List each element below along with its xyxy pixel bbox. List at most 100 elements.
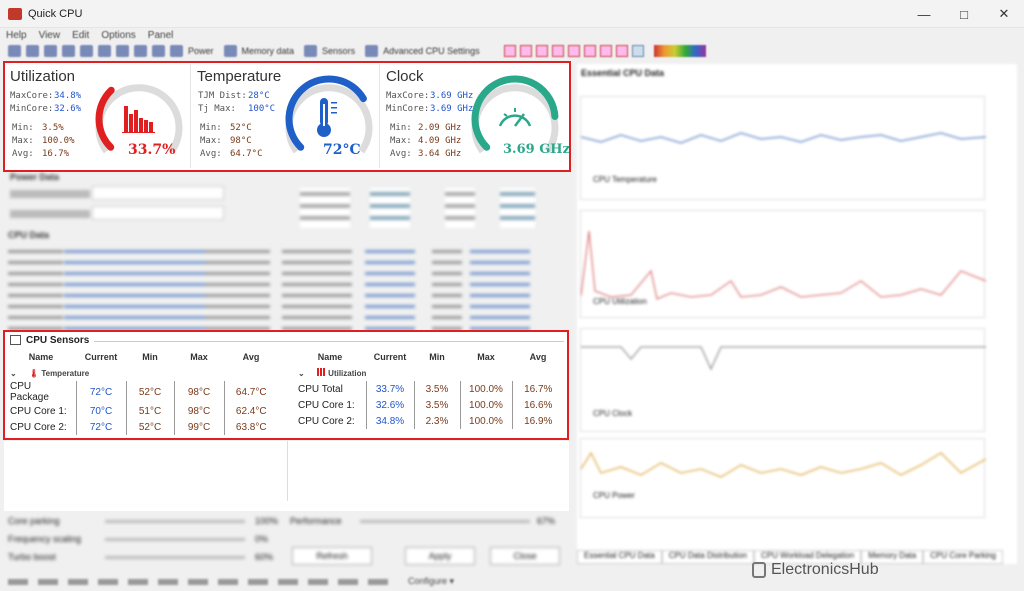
power-button[interactable]: Power (188, 46, 214, 56)
menu-help[interactable]: Help (6, 30, 27, 41)
temperature-stats-top: TJM Dist:28°C Tj Max: 100°C (198, 90, 275, 116)
mincore-value: 32.6% (54, 104, 82, 114)
calendar-icon[interactable] (535, 45, 548, 57)
advanced-cpu-settings-button[interactable]: Advanced CPU Settings (383, 46, 480, 56)
sensor-min: 52°C (125, 419, 174, 435)
calendar-icon[interactable] (567, 45, 580, 57)
menu-view[interactable]: View (39, 30, 61, 41)
power-plan-select[interactable] (92, 186, 224, 200)
calendar-icon[interactable] (615, 45, 628, 57)
utilization-value: 33.7% (128, 142, 176, 158)
max-value: 98°C (230, 136, 252, 146)
chart-icon[interactable] (62, 45, 75, 57)
cpu-clock-label: CPU Clock (593, 409, 633, 418)
sensor-name: CPU Core 2: (10, 421, 67, 433)
calendar-icon[interactable] (519, 45, 532, 57)
mincore-label: MinCore: (10, 104, 54, 114)
col-name: Name (317, 352, 343, 362)
calendar-icon[interactable] (503, 45, 516, 57)
cpu-sensors-panel: CPU Sensors Name Current Min Max Avg ⌄ 🌡… (4, 331, 569, 439)
sensor-name: CPU Total (298, 383, 343, 395)
max-label: Max: (12, 136, 34, 146)
power-graph: CPU Power (580, 438, 987, 518)
sensor-extension-area (4, 441, 569, 511)
tab-cpu-data-distribution[interactable]: CPU Data Distribution (661, 550, 754, 564)
chart-icon[interactable] (80, 45, 93, 57)
utilization-group-label: Utilization (328, 369, 367, 378)
menu-panel[interactable]: Panel (148, 30, 174, 41)
col-current: Current (373, 352, 407, 362)
toolbar: Power Memory data Sensors Advanced CPU S… (0, 42, 1024, 60)
sensor-current: 33.7% (365, 381, 414, 397)
temperature-stats-bottom: Min: 52°C Max: 98°C Avg: 64.7°C (200, 122, 263, 161)
chart-icon[interactable] (44, 45, 57, 57)
table-row: CPU Core 2: 34.8% 2.3% 100.0% 16.9% (294, 413, 564, 429)
maxcore-value: 3.69 GHz (430, 91, 474, 101)
power-icon[interactable] (170, 45, 183, 57)
chart-icon[interactable] (98, 45, 111, 57)
configure-menu[interactable]: Configure ▾ (408, 576, 454, 587)
menu-options[interactable]: Options (101, 30, 135, 41)
frequency-scaling-slider[interactable] (105, 538, 245, 541)
chip-icon[interactable] (152, 45, 165, 57)
performance-slider[interactable] (360, 520, 530, 523)
status-bar: Configure ▾ (0, 572, 1024, 591)
max-label: Max: (200, 136, 222, 146)
col-max: Max (477, 352, 495, 362)
power-state-select[interactable] (92, 206, 224, 220)
core-parking-slider[interactable] (105, 520, 245, 523)
col-avg: Avg (242, 352, 260, 362)
sensors-button[interactable]: Sensors (322, 46, 355, 56)
bar-chart-icon (122, 106, 155, 133)
sensor-name: CPU Package (10, 381, 49, 403)
cpu-sensors-title: CPU Sensors (26, 335, 90, 346)
sensor-avg: 16.7% (511, 381, 564, 397)
clock-value: 3.69 GHz (503, 142, 570, 157)
chip-icon[interactable] (134, 45, 147, 57)
utilization-table: Name Current Min Max Avg ⌄ Utilization C… (294, 349, 564, 429)
speedometer-icon (498, 108, 532, 127)
sensor-max: 100.0% (459, 397, 512, 413)
calendar-icon[interactable] (599, 45, 612, 57)
tab-cpu-core-parking[interactable]: CPU Core Parking (923, 550, 1004, 564)
col-name: Name (28, 352, 54, 362)
essential-cpu-data-header: Essential CPU Data (581, 68, 665, 78)
layout-icon[interactable] (631, 45, 644, 57)
chip-icon[interactable] (116, 45, 129, 57)
turbo-boost-slider[interactable] (105, 556, 245, 559)
sensors-icon[interactable] (304, 45, 318, 57)
calendar-icon[interactable] (551, 45, 564, 57)
chevron-down-icon[interactable]: ⌄ (298, 369, 305, 378)
color-palette-selector[interactable] (653, 45, 706, 57)
chart-icon[interactable] (26, 45, 39, 57)
chevron-down-icon[interactable]: ⌄ (10, 369, 17, 378)
calendar-icon[interactable] (583, 45, 596, 57)
menu-edit[interactable]: Edit (72, 30, 89, 41)
tab-essential-cpu-data[interactable]: Essential CPU Data (577, 550, 662, 564)
sensor-avg: 62.4°C (223, 403, 278, 419)
power-data-header: Power Data (10, 172, 60, 182)
utilization-title: Utilization (10, 68, 76, 85)
minimize-button[interactable]: — (904, 0, 944, 28)
close-window-button[interactable]: ✕ (984, 0, 1024, 28)
temperature-value: 72°C (323, 142, 361, 158)
min-label: Min: (12, 123, 34, 133)
sensor-max: 100.0% (459, 413, 512, 429)
apply-button[interactable]: Apply (405, 547, 475, 565)
min-value: 2.09 GHz (418, 123, 462, 133)
table-row: CPU Core 1: 70°C 51°C 98°C 62.4°C (6, 403, 278, 419)
memory-icon[interactable] (223, 45, 237, 57)
refresh-button[interactable]: Refresh (292, 547, 372, 565)
clock-stats-top: MaxCore:3.69 GHz MinCore:3.69 GHz (386, 90, 473, 116)
cpu-data-header: CPU Data (8, 230, 50, 240)
chart-icon[interactable] (8, 45, 21, 57)
col-avg: Avg (529, 352, 547, 362)
clock-title: Clock (386, 68, 424, 85)
memory-data-button[interactable]: Memory data (242, 46, 295, 56)
sensor-name: CPU Core 2: (298, 415, 355, 427)
settings-icon[interactable] (365, 45, 379, 57)
maximize-button[interactable]: □ (944, 0, 984, 28)
close-button[interactable]: Close (490, 547, 560, 565)
sensor-max: 98°C (173, 403, 224, 419)
sensor-max: 98°C (173, 381, 224, 403)
